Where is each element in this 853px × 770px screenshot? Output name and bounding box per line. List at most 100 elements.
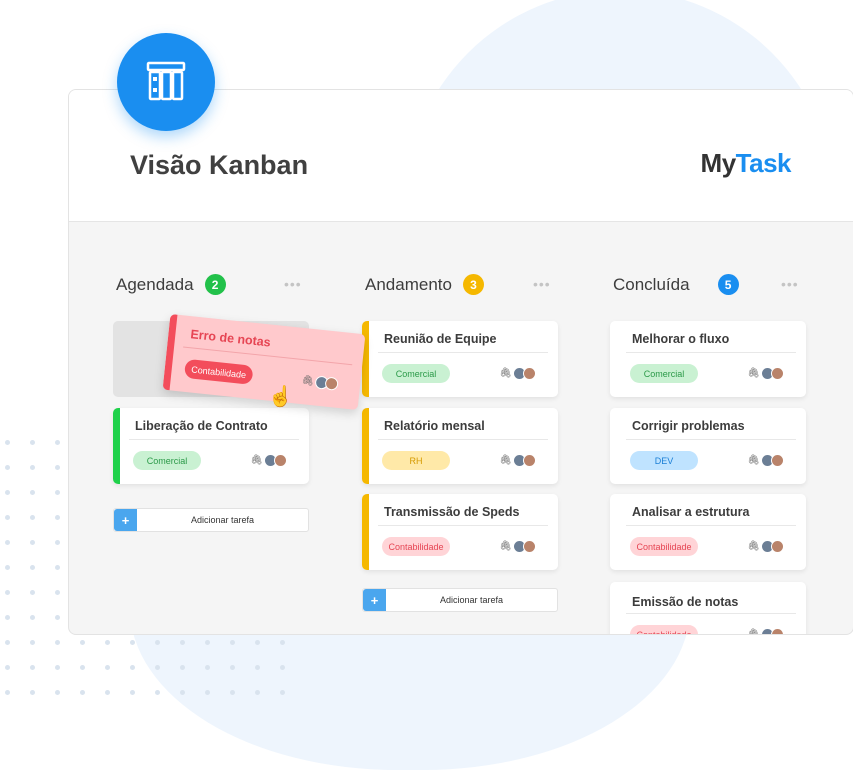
dot (155, 690, 160, 695)
dot (180, 690, 185, 695)
task-meta: 🖇 (747, 454, 784, 467)
dot (5, 465, 10, 470)
paperclip-icon: 🖇 (300, 375, 315, 388)
task-title: Emissão de notas (632, 595, 739, 609)
dot (5, 515, 10, 520)
dot (30, 440, 35, 445)
task-status-bar (362, 494, 369, 570)
avatar (274, 454, 287, 467)
dot (55, 440, 60, 445)
kanban-board-icon (117, 33, 215, 131)
column-title: Agendada (116, 274, 194, 294)
task-status-bar (113, 408, 120, 484)
dot (5, 640, 10, 645)
dot (5, 565, 10, 570)
task-meta: 🖇 (747, 540, 784, 553)
dot (30, 465, 35, 470)
dot (280, 640, 285, 645)
brand-part2: Task (735, 148, 792, 178)
task-status-bar (362, 321, 369, 397)
task-card[interactable]: Corrigir problemas DEV 🖇 (610, 408, 806, 484)
dot (205, 690, 210, 695)
avatar (771, 454, 784, 467)
dot-pattern (5, 640, 305, 715)
paperclip-icon: 🖇 (747, 629, 760, 635)
add-task-label: Adicionar tarefa (190, 515, 255, 525)
dot (80, 690, 85, 695)
task-meta: 🖇 (250, 454, 287, 467)
avatar (771, 540, 784, 553)
task-meta: 🖇 (301, 374, 339, 391)
dot (5, 490, 10, 495)
more-options-icon[interactable]: ••• (284, 276, 302, 292)
more-options-icon[interactable]: ••• (533, 276, 551, 292)
dot (55, 640, 60, 645)
more-options-icon[interactable]: ••• (781, 276, 799, 292)
add-task-button[interactable]: + Adicionar tarefa (113, 508, 309, 532)
dot (55, 565, 60, 570)
column-count-badge: 3 (462, 274, 484, 295)
column-count-badge: 2 (204, 274, 226, 295)
dot (30, 590, 35, 595)
avatar (523, 367, 536, 380)
task-tag: Comercial (382, 364, 450, 383)
task-tag: Contabilidade (382, 537, 450, 556)
task-meta: 🖇 (499, 540, 536, 553)
divider (626, 525, 796, 526)
column-header-concluida: Concluída 5 (613, 274, 739, 295)
brand-part1: My (700, 148, 737, 178)
task-card[interactable]: Melhorar o fluxo Comercial 🖇 (610, 321, 806, 397)
dot (280, 665, 285, 670)
avatar (523, 454, 536, 467)
dot (30, 640, 35, 645)
avatar (771, 628, 784, 634)
dot (230, 690, 235, 695)
divider (378, 439, 548, 440)
dot (30, 515, 35, 520)
plus-icon: + (114, 509, 137, 531)
add-task-label: Adicionar tarefa (439, 595, 504, 605)
dot (105, 690, 110, 695)
dot (55, 540, 60, 545)
task-title: Corrigir problemas (632, 419, 745, 433)
paperclip-icon: 🖇 (499, 541, 512, 552)
task-title: Analisar a estrutura (632, 505, 750, 519)
dot (30, 665, 35, 670)
task-card[interactable]: Transmissão de Speds Contabilidade 🖇 (362, 494, 558, 570)
dot (255, 640, 260, 645)
dot (55, 690, 60, 695)
column-title: Concluída (613, 274, 690, 294)
dot (80, 665, 85, 670)
dot (205, 665, 210, 670)
dot (5, 615, 10, 620)
dot (180, 640, 185, 645)
task-card[interactable]: Liberação de Contrato Comercial 🖇 (113, 408, 309, 484)
dot (130, 665, 135, 670)
task-card[interactable]: Analisar a estrutura Contabilidade 🖇 (610, 494, 806, 570)
paperclip-icon: 🖇 (499, 368, 512, 379)
task-card[interactable]: Emissão de notas Contabilidade 🖇 (610, 582, 806, 635)
column-header-andamento: Andamento 3 (365, 274, 484, 295)
divider (378, 352, 548, 353)
hand-cursor-icon: ☝ (268, 386, 293, 408)
column-title: Andamento (365, 274, 452, 294)
dot (5, 590, 10, 595)
dot (55, 665, 60, 670)
task-card[interactable]: Relatório mensal RH 🖇 (362, 408, 558, 484)
task-title: Erro de notas (189, 327, 272, 350)
column-count-badge: 5 (717, 274, 739, 295)
dot (230, 665, 235, 670)
dot (180, 665, 185, 670)
add-task-button[interactable]: + Adicionar tarefa (362, 588, 558, 612)
page-title: Visão Kanban (130, 150, 309, 180)
task-tag: DEV (630, 451, 698, 470)
task-tag: RH (382, 451, 450, 470)
dot (130, 640, 135, 645)
task-meta: 🖇 (747, 367, 784, 380)
paperclip-icon: 🖇 (747, 368, 760, 379)
dot (30, 565, 35, 570)
dot (105, 665, 110, 670)
dot (205, 640, 210, 645)
task-title: Relatório mensal (384, 419, 485, 433)
task-card[interactable]: Reunião de Equipe Comercial 🖇 (362, 321, 558, 397)
